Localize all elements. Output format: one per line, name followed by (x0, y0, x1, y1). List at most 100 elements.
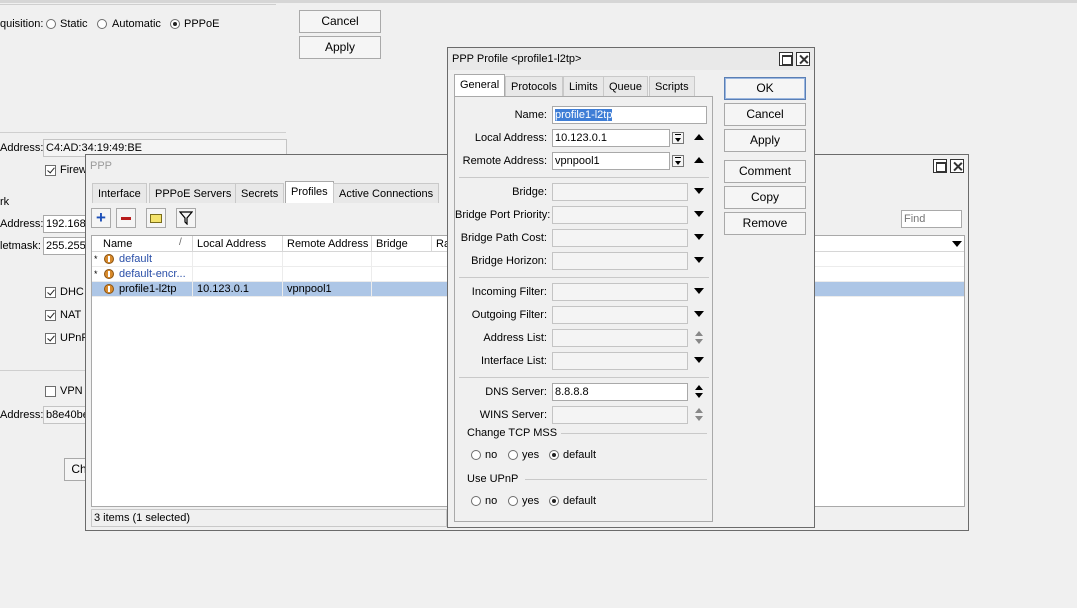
bridge-port-priority-dropdown-icon[interactable] (694, 211, 704, 217)
network-label: rk (0, 196, 10, 208)
wins-server-up-icon[interactable] (695, 408, 703, 413)
row-remote-address (283, 252, 372, 267)
note-icon (150, 214, 162, 223)
columns-dropdown-icon[interactable] (952, 241, 962, 247)
name-label: Name: (514, 109, 547, 121)
column-remote-address[interactable]: Remote Address (283, 236, 372, 252)
local-address-select-icon[interactable] (672, 132, 684, 144)
tab-active-connections[interactable]: Active Connections (333, 183, 440, 203)
vpn-checkbox[interactable] (45, 386, 56, 397)
interface-list-field[interactable] (552, 352, 688, 370)
incoming-filter-field[interactable] (552, 283, 688, 301)
wins-server-field[interactable] (552, 406, 688, 424)
firewall-label: Firew (60, 164, 87, 176)
firewall-checkbox[interactable] (45, 165, 56, 176)
row-name: profile1-l2tp (119, 282, 193, 297)
remote-address-label: Remote Address: (462, 155, 547, 167)
bridge-dropdown-icon[interactable] (694, 188, 704, 194)
tcp-mss-default-radio[interactable] (549, 450, 559, 460)
address-list-label: Address List: (483, 332, 547, 344)
bridge-field[interactable] (552, 183, 688, 201)
remote-address-field[interactable]: vpnpool1 (552, 152, 670, 170)
bridge-path-cost-label: Bridge Path Cost: (460, 232, 547, 244)
column-local-address[interactable]: Local Address (193, 236, 283, 252)
tab-profiles[interactable]: Profiles (285, 181, 334, 203)
apply-button[interactable]: Apply (724, 129, 806, 152)
comment-button[interactable]: Comment (724, 160, 806, 183)
radio-pppoe[interactable] (170, 19, 180, 29)
bridge-path-cost-field[interactable] (552, 229, 688, 247)
name-field[interactable]: profile1-l2tp (552, 106, 707, 124)
tab-scripts[interactable]: Scripts (649, 76, 695, 96)
tab-limits[interactable]: Limits (563, 76, 604, 96)
radio-automatic[interactable] (97, 19, 107, 29)
remove-button[interactable] (116, 208, 136, 228)
outgoing-filter-field[interactable] (552, 306, 688, 324)
profile-icon (104, 269, 114, 279)
tab-general[interactable]: General (454, 74, 506, 96)
tab-secrets[interactable]: Secrets (235, 183, 285, 203)
ppp-maximize-icon[interactable] (933, 159, 947, 173)
profile-close-icon[interactable] (796, 52, 810, 66)
wins-server-down-icon[interactable] (695, 416, 703, 421)
bridge-port-priority-field[interactable] (552, 206, 688, 224)
local-address-collapse-icon[interactable] (694, 134, 704, 140)
column-bridge[interactable]: Bridge (372, 236, 432, 252)
bridge-path-cost-dropdown-icon[interactable] (694, 234, 704, 240)
upnp-no-radio[interactable] (471, 496, 481, 506)
incoming-filter-dropdown-icon[interactable] (694, 288, 704, 294)
address-list-up-icon[interactable] (695, 331, 703, 336)
nat-checkbox[interactable] (45, 310, 56, 321)
bg-apply-button[interactable]: Apply (299, 36, 381, 59)
interface-list-dropdown-icon[interactable] (694, 357, 704, 363)
local-address-field[interactable]: 10.123.0.1 (552, 129, 670, 147)
tab-protocols[interactable]: Protocols (505, 76, 563, 96)
outgoing-filter-dropdown-icon[interactable] (694, 311, 704, 317)
vpn-label: VPN (60, 385, 83, 397)
profile-maximize-icon[interactable] (779, 52, 793, 66)
cancel-button[interactable]: Cancel (724, 103, 806, 126)
add-button[interactable]: + (91, 208, 111, 228)
find-input[interactable] (901, 210, 962, 228)
comment-button[interactable] (146, 208, 166, 228)
bridge-horizon-field[interactable] (552, 252, 688, 270)
dns-server-down-icon[interactable] (695, 393, 703, 398)
dns-server-up-icon[interactable] (695, 385, 703, 390)
sort-indicator-icon: / (179, 237, 182, 248)
minus-icon (121, 217, 131, 220)
ppp-close-icon[interactable] (950, 159, 964, 173)
bridge-horizon-dropdown-icon[interactable] (694, 257, 704, 263)
remove-button[interactable]: Remove (724, 212, 806, 235)
dhcp-checkbox[interactable] (45, 287, 56, 298)
bg-cancel-button[interactable]: Cancel (299, 10, 381, 33)
bridge-label: Bridge: (512, 186, 547, 198)
tcp-mss-no-radio[interactable] (471, 450, 481, 460)
remote-address-collapse-icon[interactable] (694, 157, 704, 163)
row-local-address (193, 252, 283, 267)
upnp-yes-radio[interactable] (508, 496, 518, 506)
upnp-checkbox[interactable] (45, 333, 56, 344)
tab-pppoe-servers[interactable]: PPPoE Servers (149, 183, 238, 203)
copy-button[interactable]: Copy (724, 186, 806, 209)
tab-queue[interactable]: Queue (603, 76, 649, 96)
tcp-mss-yes-label: yes (522, 449, 540, 461)
filter-icon (179, 211, 193, 225)
outgoing-filter-label: Outgoing Filter: (471, 309, 547, 321)
profile-icon (104, 254, 114, 264)
address-list-field[interactable] (552, 329, 688, 347)
divider (459, 277, 709, 278)
ok-button[interactable]: OK (724, 77, 806, 100)
tcp-mss-yes-radio[interactable] (508, 450, 518, 460)
remote-address-select-icon[interactable] (672, 155, 684, 167)
divider (459, 377, 709, 378)
upnp-default-radio[interactable] (549, 496, 559, 506)
name-value-selected: profile1-l2tp (555, 109, 613, 121)
change-tcp-mss-legend: Change TCP MSS (467, 427, 558, 439)
radio-static[interactable] (46, 19, 56, 29)
tab-interface[interactable]: Interface (92, 183, 147, 203)
address-list-down-icon[interactable] (695, 339, 703, 344)
filter-button[interactable] (176, 208, 196, 228)
upnp-default-label: default (563, 495, 597, 507)
bridge-port-priority-label: Bridge Port Priority: (455, 209, 551, 221)
dns-server-field[interactable]: 8.8.8.8 (552, 383, 688, 401)
